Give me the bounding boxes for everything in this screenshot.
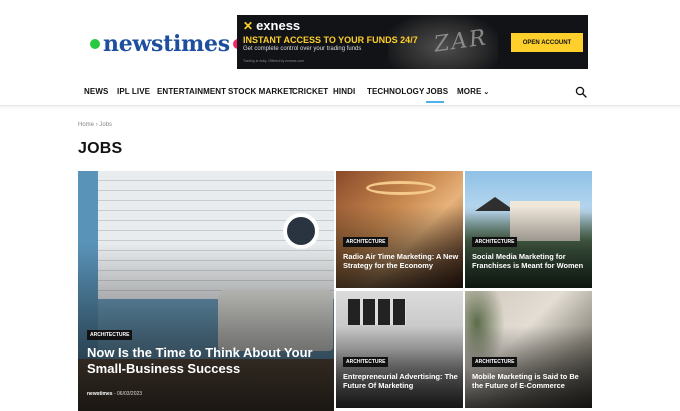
category-tag[interactable]: ARCHITECTURE — [343, 357, 389, 367]
main-nav: NEWS IPL LIVE ENTERTAINMENT STOCK MARKET… — [0, 78, 680, 106]
ad-brand-name: exness — [256, 18, 301, 33]
exness-logo-icon: ✕ — [243, 18, 254, 33]
breadcrumb-separator: › — [95, 122, 98, 128]
article-card[interactable]: ARCHITECTURE Entrepreneurial Advertising… — [336, 291, 463, 408]
nav-item-news[interactable]: NEWS — [84, 87, 108, 96]
logo-text: newstimes — [103, 31, 230, 57]
featured-article-card[interactable]: ARCHITECTURE Now Is the Time to Think Ab… — [78, 171, 334, 411]
ad-subline: Get complete control over your trading f… — [243, 46, 362, 52]
advertisement-banner[interactable]: ZAR ✕ exness INSTANT ACCESS TO YOUR FUND… — [237, 15, 588, 69]
breadcrumb-home[interactable]: Home — [78, 122, 94, 128]
article-card[interactable]: ARCHITECTURE Radio Air Time Marketing: A… — [336, 171, 463, 288]
nav-active-indicator — [426, 101, 444, 103]
article-author[interactable]: newstimes — [87, 391, 113, 397]
article-title[interactable]: Now Is the Time to Think About Your Smal… — [87, 345, 327, 378]
category-tag[interactable]: ARCHITECTURE — [343, 237, 389, 247]
nav-item-more-label: MORE — [457, 87, 482, 96]
nav-item-technology[interactable]: TECHNOLOGY — [367, 87, 424, 96]
nav-item-cricket[interactable]: CRICKET — [292, 87, 328, 96]
nav-item-hindi[interactable]: HINDI — [333, 87, 355, 96]
nav-item-stock-market[interactable]: STOCK MARKET — [228, 87, 294, 96]
article-title[interactable]: Social Media Marketing for Franchises is… — [472, 252, 590, 271]
nav-item-entertainment[interactable]: ENTERTAINMENT — [157, 87, 226, 96]
category-tag[interactable]: ARCHITECTURE — [472, 237, 518, 247]
page-title: JOBS — [78, 140, 123, 157]
ad-brand: ✕ exness — [243, 18, 300, 33]
category-tag[interactable]: ARCHITECTURE — [87, 330, 133, 340]
image-gradient-overlay — [336, 206, 463, 288]
nav-item-more[interactable]: MORE ⌄ — [457, 87, 489, 96]
article-meta: newstimes - 06/03/2023 — [87, 391, 142, 397]
breadcrumb-current: Jobs — [99, 122, 113, 128]
article-card[interactable]: ARCHITECTURE Mobile Marketing is Said to… — [465, 291, 592, 408]
image-gradient-overlay — [336, 326, 463, 408]
chevron-down-icon: ⌄ — [483, 89, 490, 96]
ad-headline: INSTANT ACCESS TO YOUR FUNDS 24/7 — [243, 35, 418, 45]
article-image-detail — [348, 299, 406, 325]
ad-fineprint: Trading is risky. Offered by exness.com — [243, 59, 305, 63]
article-card[interactable]: ARCHITECTURE Social Media Marketing for … — [465, 171, 592, 288]
category-tag[interactable]: ARCHITECTURE — [472, 357, 518, 367]
ad-open-account-button[interactable]: OPEN ACCOUNT — [511, 33, 583, 52]
site-header: newstimes ZAR ✕ exness INSTANT ACCESS TO… — [0, 0, 680, 78]
article-title[interactable]: Mobile Marketing is Said to Be the Futur… — [472, 372, 590, 391]
nav-item-jobs[interactable]: JOBS — [426, 87, 448, 96]
article-title[interactable]: Radio Air Time Marketing: A New Strategy… — [343, 252, 461, 271]
article-image-detail — [366, 181, 436, 195]
search-icon[interactable] — [575, 86, 587, 98]
image-gradient-overlay — [465, 206, 592, 288]
article-title[interactable]: Entrepreneurial Advertising: The Future … — [343, 372, 461, 391]
breadcrumb: Home › Jobs — [78, 122, 112, 128]
nav-item-ipl-live[interactable]: IPL LIVE — [117, 87, 150, 96]
image-gradient-overlay — [78, 243, 334, 411]
article-date: 06/03/2023 — [117, 391, 143, 397]
image-gradient-overlay — [465, 326, 592, 408]
logo-dot-green — [90, 39, 100, 49]
site-logo[interactable]: newstimes — [90, 31, 243, 57]
